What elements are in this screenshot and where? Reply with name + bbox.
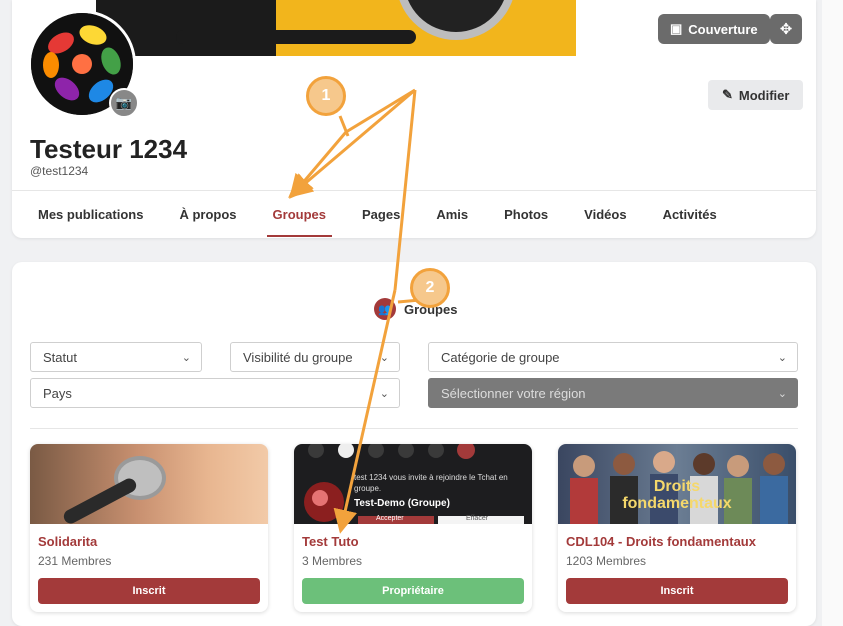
subscribed-button[interactable]: Inscrit	[38, 578, 260, 604]
annotation-badge-1: 1	[306, 76, 346, 116]
group-image	[30, 444, 268, 524]
tab-photos[interactable]: Photos	[504, 191, 548, 239]
group-members: 3 Membres	[302, 554, 363, 568]
move-icon: ✥	[779, 21, 793, 38]
profile-name: Testeur 1234	[30, 134, 188, 164]
profile-card: ▣ Couverture ✥ ✎ Modifier 📷 Testeur 1234…	[12, 0, 816, 238]
group-card[interactable]: Droits fondamentaux CDL104 - Droits fond…	[558, 444, 796, 612]
group-image: Droits fondamentaux	[558, 444, 796, 524]
cover-button[interactable]: ▣ Couverture	[658, 14, 770, 44]
move-cover-button[interactable]: ✥	[770, 14, 802, 44]
group-card[interactable]: Solidarita 231 Membres Inscrit	[30, 444, 268, 612]
region-select: Sélectionner votre région ⌄	[428, 378, 798, 408]
image-icon: ▣	[670, 21, 683, 36]
group-image: test 1234 vous invite à rejoindre le Tch…	[294, 444, 532, 524]
group-image-text: Droits fondamentaux	[622, 478, 732, 512]
status-select[interactable]: Statut ⌄	[30, 342, 202, 372]
chevron-down-icon: ⌄	[379, 387, 389, 400]
visibility-select[interactable]: Visibilité du groupe ⌄	[230, 342, 400, 372]
cover-image	[96, 0, 576, 56]
accept-button: Accepter	[376, 515, 404, 522]
tab-friends[interactable]: Amis	[436, 191, 468, 239]
invite-notification: test 1234 vous invite à rejoindre le Tch…	[354, 473, 508, 493]
tab-about[interactable]: À propos	[179, 191, 236, 239]
right-panel	[822, 0, 843, 626]
edit-profile-button[interactable]: ✎ Modifier	[708, 80, 804, 110]
chevron-down-icon: ⌄	[379, 351, 389, 364]
chevron-down-icon: ⌄	[777, 351, 787, 364]
decline-button: Effacer	[466, 515, 489, 522]
chevron-down-icon: ⌄	[777, 387, 787, 400]
group-members: 1203 Membres	[566, 554, 647, 568]
tab-pages[interactable]: Pages	[362, 191, 400, 239]
groups-card: 👥 Groupes Statut ⌄ Visibilité du groupe …	[12, 262, 816, 626]
profile-handle: @test1234	[30, 164, 89, 178]
group-name[interactable]: Solidarita	[38, 534, 97, 549]
country-select[interactable]: Pays ⌄	[30, 378, 400, 408]
category-select[interactable]: Catégorie de groupe ⌄	[428, 342, 798, 372]
subscribed-button[interactable]: Inscrit	[566, 578, 788, 604]
tab-publications[interactable]: Mes publications	[38, 191, 143, 239]
profile-tabs: Mes publications À propos Groupes Pages …	[12, 190, 816, 238]
tab-groups[interactable]: Groupes	[266, 191, 333, 239]
camera-icon[interactable]: 📷	[109, 88, 139, 118]
group-name[interactable]: Test Tuto	[302, 534, 359, 549]
tab-videos[interactable]: Vidéos	[584, 191, 626, 239]
group-card[interactable]: test 1234 vous invite à rejoindre le Tch…	[294, 444, 532, 612]
group-members: 231 Membres	[38, 554, 112, 568]
group-name[interactable]: CDL104 - Droits fondamentaux	[566, 534, 756, 549]
annotation-badge-2: 2	[410, 268, 450, 308]
tab-activities[interactable]: Activités	[663, 191, 717, 239]
groups-icon: 👥	[374, 298, 396, 320]
chevron-down-icon: ⌄	[181, 351, 191, 364]
pencil-icon: ✎	[722, 87, 733, 102]
divider	[30, 428, 798, 429]
invite-group-name: Test-Demo (Groupe)	[354, 498, 450, 509]
owner-button[interactable]: Propriétaire	[302, 578, 524, 604]
